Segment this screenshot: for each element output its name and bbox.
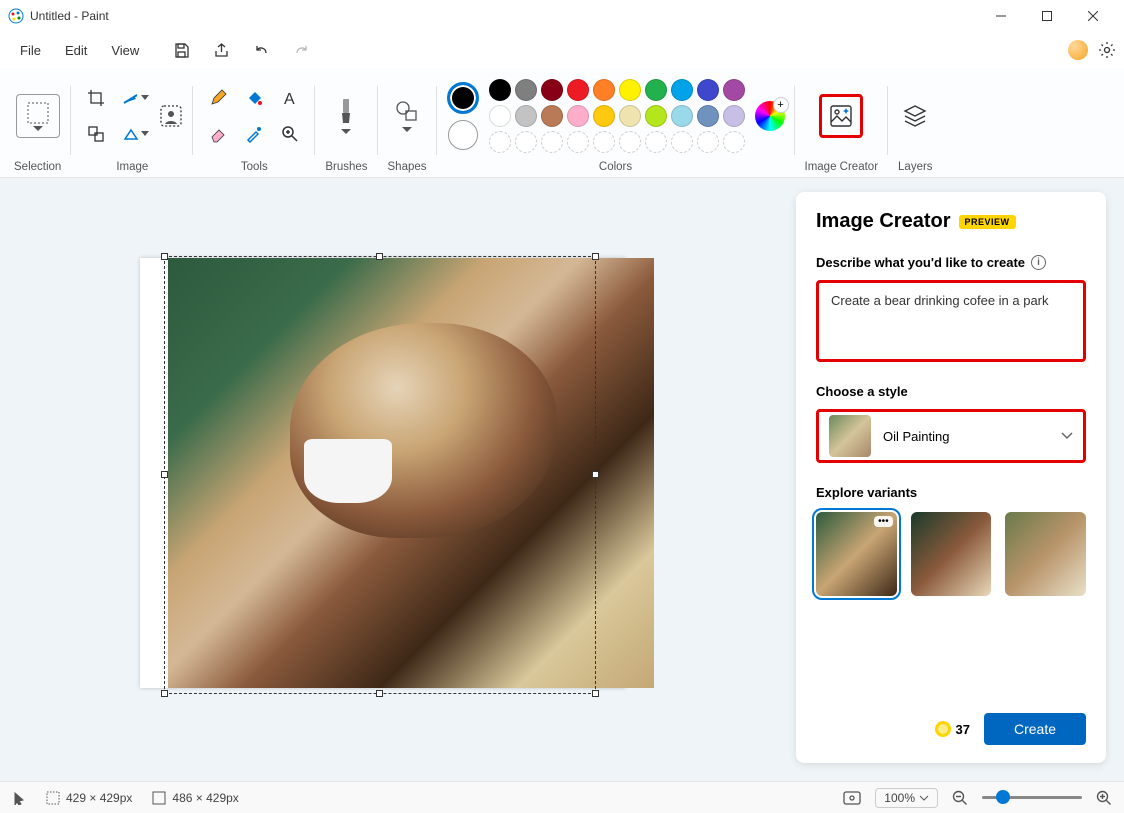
selection-group-label: Selection [14, 161, 61, 173]
credits-count: 37 [934, 720, 970, 738]
brushes-button[interactable] [335, 97, 357, 134]
style-dropdown[interactable]: Oil Painting [816, 409, 1086, 463]
window-title: Untitled - Paint [30, 9, 978, 23]
shapes-group-label: Shapes [388, 161, 427, 173]
custom-color-slot[interactable] [723, 131, 745, 153]
color-swatch[interactable] [697, 79, 719, 101]
image-group-label: Image [116, 161, 148, 173]
color-swatch[interactable] [541, 105, 563, 127]
file-menu[interactable]: File [8, 39, 53, 62]
magnifier-icon[interactable] [281, 125, 299, 143]
color-swatch[interactable] [671, 79, 693, 101]
variant-1[interactable] [816, 512, 897, 596]
style-name: Oil Painting [883, 429, 1049, 444]
fit-screen-icon[interactable] [843, 791, 861, 805]
custom-color-slot[interactable] [489, 131, 511, 153]
settings-icon[interactable] [1098, 41, 1116, 59]
zoom-in-icon[interactable] [1096, 790, 1112, 806]
color-swatch[interactable] [567, 105, 589, 127]
preview-badge: PREVIEW [959, 215, 1016, 229]
paint-app-icon [8, 8, 24, 24]
custom-color-slot[interactable] [645, 131, 667, 153]
color-2[interactable] [448, 120, 478, 150]
prompt-input[interactable]: Create a bear drinking cofee in a park [816, 280, 1086, 362]
color-swatch[interactable] [645, 105, 667, 127]
tools-group-label: Tools [241, 161, 268, 173]
maximize-button[interactable] [1024, 0, 1070, 32]
fill-icon[interactable] [245, 89, 263, 107]
chevron-down-icon [1061, 432, 1073, 440]
brushes-group-label: Brushes [325, 161, 367, 173]
describe-label: Describe what you'd like to create [816, 255, 1025, 270]
layers-button[interactable] [902, 103, 928, 129]
color-swatch[interactable] [619, 79, 641, 101]
svg-text:A: A [284, 91, 295, 107]
remove-background-icon[interactable] [159, 104, 183, 128]
selection-size: 429 × 429px [46, 791, 132, 805]
resize-icon[interactable] [123, 91, 149, 105]
selection-tool[interactable] [16, 94, 60, 138]
info-icon[interactable]: i [1031, 255, 1046, 270]
custom-color-slot[interactable] [567, 131, 589, 153]
color-swatch[interactable] [515, 79, 537, 101]
color-swatch[interactable] [515, 105, 537, 127]
explore-variants-label: Explore variants [816, 485, 917, 500]
zoom-dropdown[interactable]: 100% [875, 788, 938, 808]
colors-group-label: Colors [599, 161, 632, 173]
rotate-icon[interactable] [87, 125, 105, 143]
flip-icon[interactable] [123, 127, 149, 141]
color-swatch[interactable] [723, 105, 745, 127]
undo-icon[interactable] [247, 36, 275, 64]
color-1[interactable] [447, 82, 479, 114]
color-swatch[interactable] [671, 105, 693, 127]
crop-icon[interactable] [87, 89, 105, 107]
shapes-button[interactable] [394, 99, 420, 132]
save-icon[interactable] [167, 36, 195, 64]
eraser-icon[interactable] [209, 125, 227, 143]
color-swatch[interactable] [541, 79, 563, 101]
color-swatch[interactable] [619, 105, 641, 127]
variant-2[interactable] [911, 512, 992, 596]
selection-box[interactable] [164, 256, 596, 694]
style-thumbnail [829, 415, 871, 457]
edit-menu[interactable]: Edit [53, 39, 99, 62]
share-icon[interactable] [207, 36, 235, 64]
color-swatch[interactable] [567, 79, 589, 101]
choose-style-label: Choose a style [816, 384, 908, 399]
custom-color-slot[interactable] [541, 131, 563, 153]
create-button[interactable]: Create [984, 713, 1086, 745]
panel-title: Image Creator [816, 210, 951, 233]
image-creator-button[interactable] [819, 94, 863, 138]
zoom-out-icon[interactable] [952, 790, 968, 806]
pencil-icon[interactable] [209, 89, 227, 107]
custom-color-slot[interactable] [515, 131, 537, 153]
eyedropper-icon[interactable] [245, 125, 263, 143]
custom-color-slot[interactable] [671, 131, 693, 153]
color-swatch[interactable] [723, 79, 745, 101]
image-creator-group-label: Image Creator [805, 161, 879, 173]
text-icon[interactable]: A [281, 89, 299, 107]
minimize-button[interactable] [978, 0, 1024, 32]
cursor-icon [12, 791, 26, 805]
canvas-size: 486 × 429px [152, 791, 238, 805]
variant-3[interactable] [1005, 512, 1086, 596]
image-creator-panel: Image Creator PREVIEW Describe what you'… [796, 192, 1106, 763]
layers-group-label: Layers [898, 161, 933, 173]
color-swatch[interactable] [489, 79, 511, 101]
zoom-slider[interactable] [982, 796, 1082, 799]
custom-color-slot[interactable] [593, 131, 615, 153]
color-swatch[interactable] [593, 105, 615, 127]
close-button[interactable] [1070, 0, 1116, 32]
view-menu[interactable]: View [99, 39, 151, 62]
custom-color-slot[interactable] [697, 131, 719, 153]
custom-color-slot[interactable] [619, 131, 641, 153]
user-avatar-icon[interactable] [1068, 40, 1088, 60]
color-swatch[interactable] [645, 79, 667, 101]
redo-icon[interactable] [287, 36, 315, 64]
edit-colors-icon[interactable] [755, 101, 785, 131]
color-swatch[interactable] [697, 105, 719, 127]
color-swatch[interactable] [489, 105, 511, 127]
canvas-area[interactable] [0, 178, 796, 781]
color-swatch[interactable] [593, 79, 615, 101]
